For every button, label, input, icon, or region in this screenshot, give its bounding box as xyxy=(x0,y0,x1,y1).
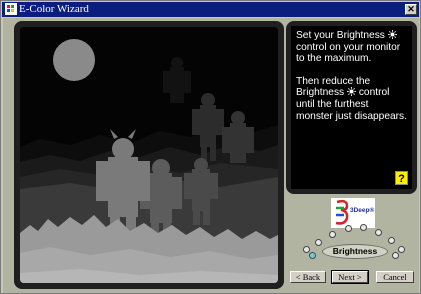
wizard-window: E-Color Wizard ✕ Set your Brightness con… xyxy=(0,0,421,294)
brightness-position-dot-7[interactable] xyxy=(388,237,395,244)
monster-test-image xyxy=(20,27,278,283)
help-button[interactable]: ? xyxy=(395,171,408,185)
brightness-sun-icon-2 xyxy=(346,87,356,97)
brightness-position-dot-3[interactable] xyxy=(329,231,336,238)
step-1-text: Set your Brightness xyxy=(296,30,385,41)
brightness-position-dot-1[interactable] xyxy=(303,246,310,253)
back-button[interactable]: < Back xyxy=(290,271,326,283)
moon xyxy=(53,39,95,81)
test-image-frame xyxy=(14,21,284,289)
app-icon xyxy=(5,3,17,15)
wizard-body: Set your Brightness control on your moni… xyxy=(3,18,419,293)
brightness-position-dot-9[interactable] xyxy=(392,252,399,259)
brightness-control-label[interactable]: Brightness xyxy=(322,244,388,259)
brightness-position-dot-6[interactable] xyxy=(375,229,382,236)
3deep-logo: 3Deep® xyxy=(331,198,375,228)
window-title: E-Color Wizard xyxy=(19,3,89,15)
brightness-position-dot-4[interactable] xyxy=(345,225,352,232)
brightness-sun-icon xyxy=(387,30,397,39)
monster-scene-graphic xyxy=(20,27,278,283)
instructions-panel: Set your Brightness control on your moni… xyxy=(291,26,412,189)
step-1-suffix: control on your monitor to the maximum. xyxy=(296,41,401,65)
instruction-step-1: Set your Brightness control on your moni… xyxy=(296,30,408,65)
cancel-button[interactable]: Cancel xyxy=(376,271,414,283)
title-bar[interactable]: E-Color Wizard ✕ xyxy=(2,2,419,17)
brightness-position-dot-5[interactable] xyxy=(360,224,367,231)
close-button[interactable]: ✕ xyxy=(405,4,417,15)
next-button[interactable]: Next > xyxy=(331,270,369,284)
brightness-position-dot-active[interactable] xyxy=(309,252,316,259)
brightness-position-dot-8[interactable] xyxy=(398,246,405,253)
brightness-position-dot-2[interactable] xyxy=(315,239,322,246)
instructions-frame: Set your Brightness control on your moni… xyxy=(286,21,417,194)
close-icon: ✕ xyxy=(407,4,415,14)
3deep-logo-mark xyxy=(335,199,349,225)
instruction-step-2: Then reduce the Brightness control until… xyxy=(296,76,408,122)
brand-name: 3Deep® xyxy=(350,207,375,214)
